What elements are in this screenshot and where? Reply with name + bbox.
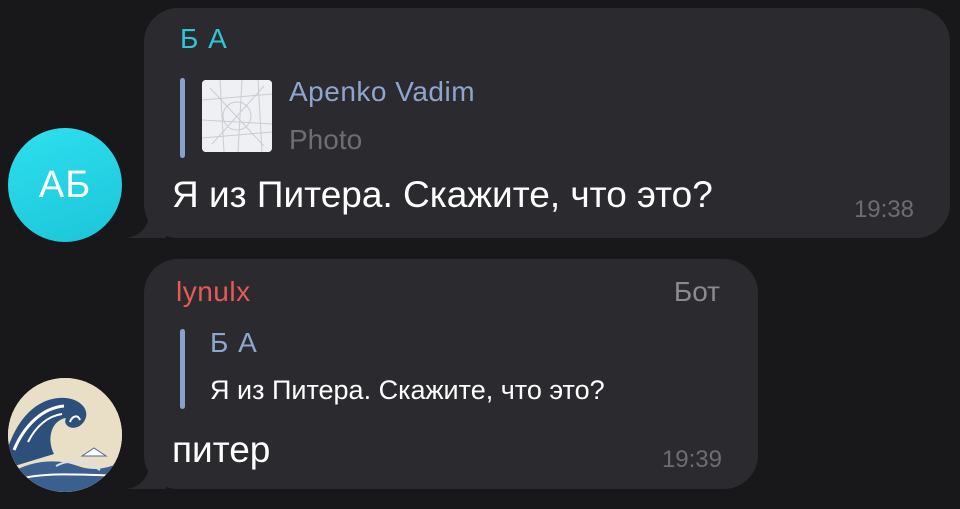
reply-preview: Я из Питера. Скажите, что это? (210, 375, 605, 405)
avatar-initials: АБ (38, 163, 92, 206)
message-bubble[interactable]: lynulx Бот Б А Я из Питера. Скажите, что… (126, 259, 758, 489)
wave-painting-avatar-icon[interactable] (8, 378, 122, 492)
message-bubble[interactable]: Б А Apenko Vadim Photo Я из Питера. Скаж… (126, 8, 950, 238)
sender-avatar[interactable]: АБ (8, 128, 122, 242)
sender-name[interactable]: lynulx (176, 276, 251, 308)
message-time: 19:39 (661, 446, 722, 473)
bubble-tail (126, 449, 166, 489)
message-text: питер (172, 429, 271, 470)
reply-author[interactable]: Apenko Vadim (289, 76, 475, 108)
bot-badge: Бот (673, 276, 720, 307)
reply-author[interactable]: Б А (210, 327, 258, 359)
sender-name[interactable]: Б А (180, 23, 228, 55)
bubble-tail (126, 198, 166, 238)
reply-bar (180, 78, 185, 158)
message-text: Я из Питера. Скажите, что это? (172, 174, 713, 215)
message-time: 19:38 (853, 196, 914, 223)
reply-preview: Photo (289, 124, 363, 155)
map-thumbnail-icon[interactable] (202, 80, 272, 152)
reply-bar (180, 329, 185, 409)
